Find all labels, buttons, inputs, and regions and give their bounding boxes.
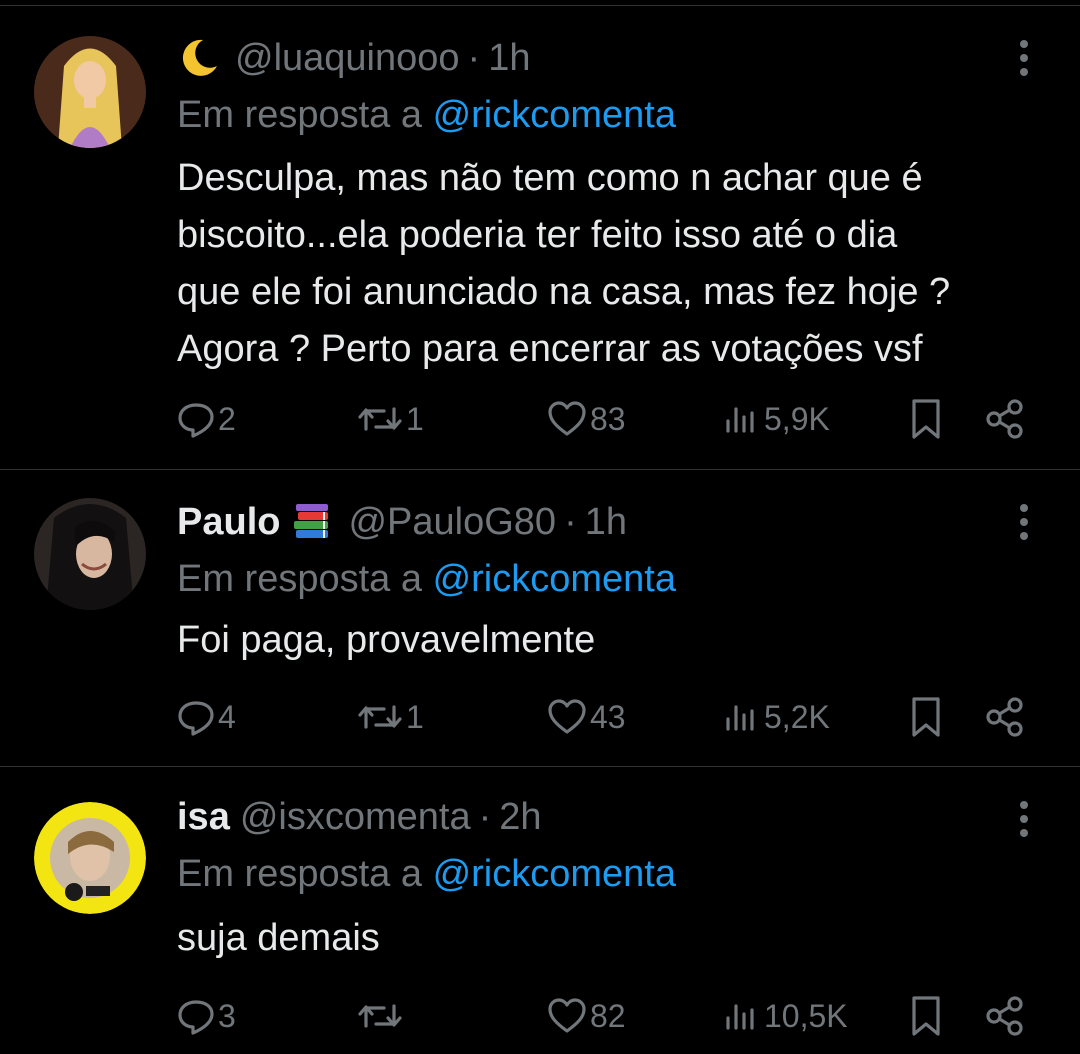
more-options-icon[interactable] <box>1004 500 1044 544</box>
reply-to-link[interactable]: @rickcomenta <box>433 558 676 600</box>
retweet-icon <box>358 1004 402 1028</box>
display-name[interactable]: isa <box>177 796 230 839</box>
bookmark-icon <box>912 399 940 439</box>
avatar[interactable] <box>34 802 146 914</box>
bookmark-icon <box>912 996 940 1036</box>
like-button[interactable]: 82 <box>546 991 626 1041</box>
heart-icon <box>548 998 586 1033</box>
reply-prefix: Em resposta a <box>177 94 422 136</box>
separator-dot: · <box>564 500 577 543</box>
retweet-button[interactable] <box>356 991 406 1041</box>
more-options-icon[interactable] <box>1004 36 1044 80</box>
reply-prefix: Em resposta a <box>177 853 422 895</box>
avatar[interactable] <box>34 498 146 610</box>
retweet-button[interactable]: 1 <box>356 394 424 444</box>
retweet-count: 1 <box>406 400 424 437</box>
tweet-actions: 2 1 83 5,9K <box>0 394 1080 444</box>
heart-icon <box>548 699 586 734</box>
views-button[interactable]: 5,9K <box>722 394 830 444</box>
reply-count: 3 <box>218 997 236 1034</box>
reply-icon <box>178 403 214 438</box>
reply-icon <box>178 1000 214 1035</box>
views-button[interactable]: 10,5K <box>722 991 848 1041</box>
tweet-actions: 4 1 43 5,2K <box>0 692 1080 742</box>
share-icon <box>986 996 1023 1036</box>
reply-context: Em resposta a @rickcomenta <box>177 90 676 140</box>
reply-prefix: Em resposta a <box>177 558 422 600</box>
timestamp[interactable]: 1h <box>488 37 530 80</box>
like-count: 83 <box>590 400 626 437</box>
tweet-text: suja demais <box>177 917 380 959</box>
tweet-header: Paulo @PauloG80 · 1h <box>177 497 990 547</box>
heart-icon <box>548 401 586 436</box>
reply-tweet-3[interactable]: isa @isxcomenta · 2h Em resposta a @rick… <box>0 767 1080 1054</box>
tweet-text: Desculpa, mas não tem como n achar que é… <box>177 157 951 370</box>
retweet-icon <box>358 705 402 729</box>
reply-button[interactable]: 4 <box>176 692 236 742</box>
share-button[interactable] <box>984 991 1026 1041</box>
reply-button[interactable]: 2 <box>176 394 236 444</box>
user-handle[interactable]: @isxcomenta <box>240 796 471 839</box>
share-button[interactable] <box>984 692 1026 742</box>
bookmark-icon <box>912 697 940 737</box>
views-count: 10,5K <box>764 997 848 1034</box>
reply-count: 4 <box>218 698 236 735</box>
reply-icon <box>178 701 214 736</box>
reply-tweet-2[interactable]: Paulo @PauloG80 · 1h Em resposta a @rick… <box>0 470 1080 767</box>
reply-to-link[interactable]: @rickcomenta <box>433 94 676 136</box>
retweet-button[interactable]: 1 <box>356 692 424 742</box>
separator-dot: · <box>467 36 481 79</box>
share-icon <box>986 399 1023 439</box>
separator-dot: · <box>478 795 492 838</box>
crescent-moon-icon <box>177 36 221 80</box>
tweet-actions: 3 82 10,5K <box>0 991 1080 1041</box>
views-icon <box>726 705 754 731</box>
reply-tweet-1[interactable]: @luaquinooo · 1h Em resposta a @rickcome… <box>0 0 1080 470</box>
views-icon <box>726 1004 754 1030</box>
views-icon <box>726 407 754 433</box>
display-name[interactable]: Paulo <box>177 501 280 544</box>
more-options-icon[interactable] <box>1004 797 1044 841</box>
user-handle[interactable]: @PauloG80 <box>348 501 556 544</box>
views-button[interactable]: 5,2K <box>722 692 830 742</box>
tweet-text: Foi paga, provavelmente <box>177 619 596 661</box>
tweet-header: @luaquinooo · 1h <box>177 33 990 83</box>
books-icon <box>290 500 334 544</box>
reply-count: 2 <box>218 400 236 437</box>
like-count: 82 <box>590 997 626 1034</box>
bookmark-button[interactable] <box>906 394 946 444</box>
bookmark-button[interactable] <box>906 692 946 742</box>
tweet-header: isa @isxcomenta · 2h <box>177 792 990 842</box>
like-button[interactable]: 43 <box>546 692 626 742</box>
retweet-icon <box>358 407 402 431</box>
bookmark-button[interactable] <box>906 991 946 1041</box>
like-button[interactable]: 83 <box>546 394 626 444</box>
timestamp[interactable]: 2h <box>499 796 541 839</box>
views-count: 5,2K <box>764 698 830 735</box>
views-count: 5,9K <box>764 400 830 437</box>
retweet-count: 1 <box>406 698 424 735</box>
avatar[interactable] <box>34 36 146 148</box>
reply-to-link[interactable]: @rickcomenta <box>433 853 676 895</box>
like-count: 43 <box>590 698 626 735</box>
user-handle[interactable]: @luaquinooo <box>235 37 460 80</box>
reply-context: Em resposta a @rickcomenta <box>177 849 676 899</box>
reply-context: Em resposta a @rickcomenta <box>177 554 676 604</box>
timestamp[interactable]: 1h <box>585 501 627 544</box>
share-icon <box>986 697 1023 737</box>
share-button[interactable] <box>984 394 1026 444</box>
reply-button[interactable]: 3 <box>176 991 236 1041</box>
